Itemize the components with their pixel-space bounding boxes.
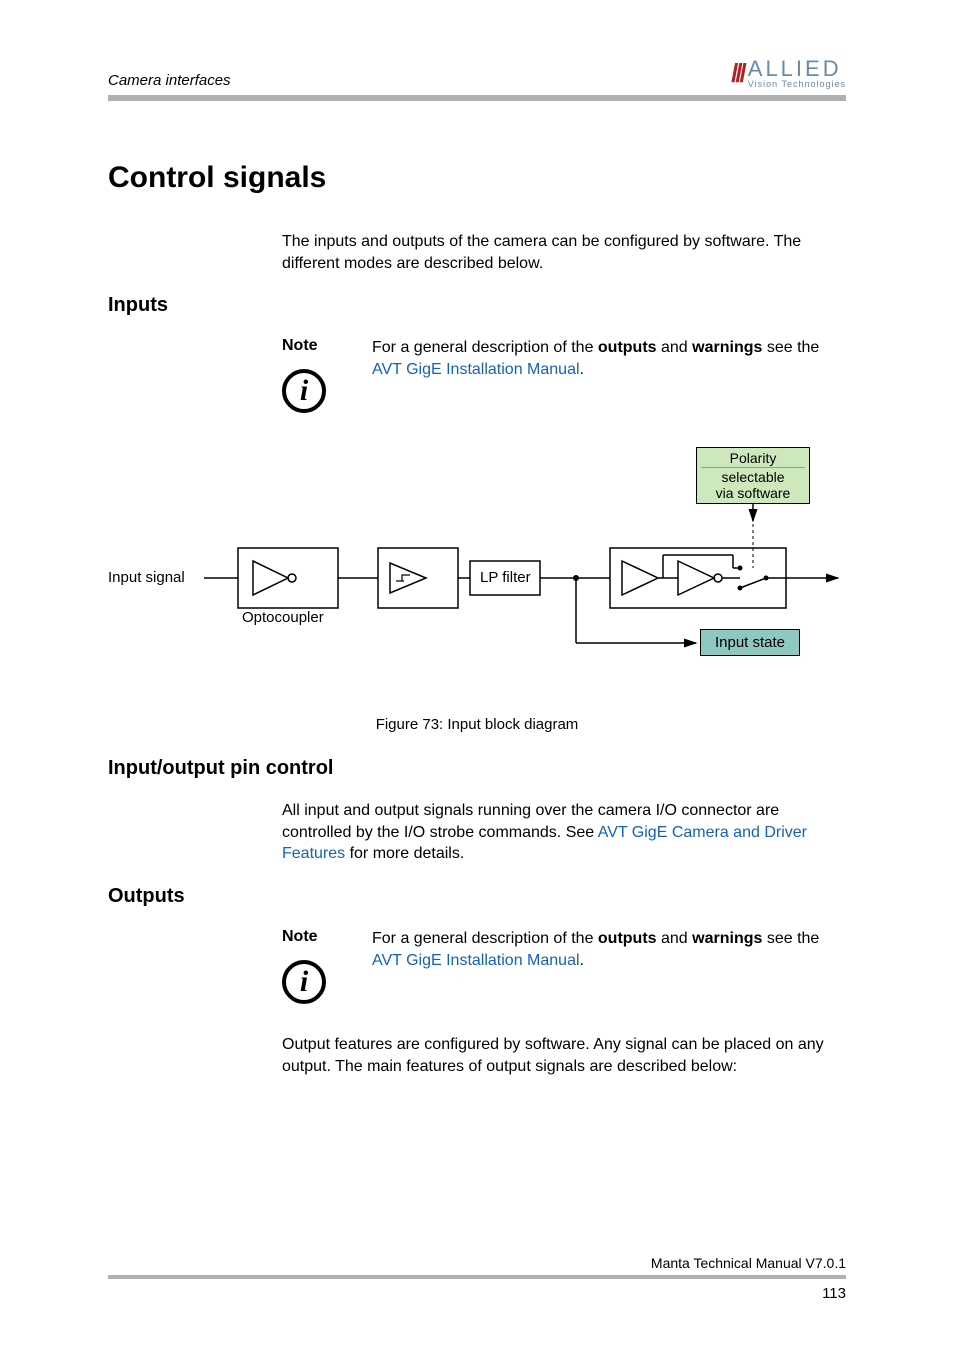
diagram-text: Polarity [701,450,805,466]
note-text: and [657,930,693,947]
inputs-heading: Inputs [108,294,846,317]
figure-caption: Figure 73: Input block diagram [108,716,846,733]
page-number: 113 [108,1285,846,1302]
input-block-diagram: Input signal Optocoupler LP filter Polar… [108,443,846,708]
note-bold: warnings [692,930,762,947]
note-text: see the [762,339,819,356]
outputs-heading: Outputs [108,885,846,908]
note-text: . [580,952,584,969]
note-text: For a general description of the [372,930,598,947]
running-header: Camera interfaces [108,72,231,89]
note-label: Note [282,928,318,946]
outputs-note: Note i For a general description of the … [282,928,846,1004]
body-text: for more details. [345,845,464,862]
note-bold: outputs [598,339,657,356]
note-label: Note [282,337,318,355]
footer-manual-title: Manta Technical Manual V7.0.1 [108,1255,846,1271]
info-icon: i [282,369,326,413]
logo: /// ALLIED Vision Technologies [731,58,846,89]
note-text: . [580,361,584,378]
diagram-text: via software [701,485,805,501]
note-bold: outputs [598,930,657,947]
note-body: For a general description of the outputs… [372,928,846,971]
diagram-label-optocoupler: Optocoupler [242,609,324,626]
intro-paragraph: The inputs and outputs of the camera can… [282,231,846,274]
header-rule [108,95,846,101]
io-control-heading: Input/output pin control [108,757,846,780]
diagram-input-state-box: Input state [700,629,800,656]
note-body: For a general description of the outputs… [372,337,846,380]
io-control-paragraph: All input and output signals running ove… [282,800,846,865]
footer-rule [108,1275,846,1279]
diagram-polarity-box: Polarity selectable via software [696,447,810,504]
note-text: and [657,339,693,356]
logo-main-text: ALLIED [748,58,846,80]
note-link[interactable]: AVT GigE Installation Manual [372,361,580,378]
outputs-paragraph: Output features are configured by softwa… [282,1034,846,1077]
logo-slashes-icon: /// [731,58,744,89]
note-text: For a general description of the [372,339,598,356]
info-icon: i [282,960,326,1004]
page-title: Control signals [108,161,846,195]
note-bold: warnings [692,339,762,356]
diagram-text: selectable [701,469,805,485]
note-link[interactable]: AVT GigE Installation Manual [372,952,580,969]
logo-sub-text: Vision Technologies [748,80,846,89]
diagram-label-input-signal: Input signal [108,569,185,586]
inputs-note: Note i For a general description of the … [282,337,846,413]
note-text: see the [762,930,819,947]
diagram-label-lp-filter: LP filter [480,569,531,586]
